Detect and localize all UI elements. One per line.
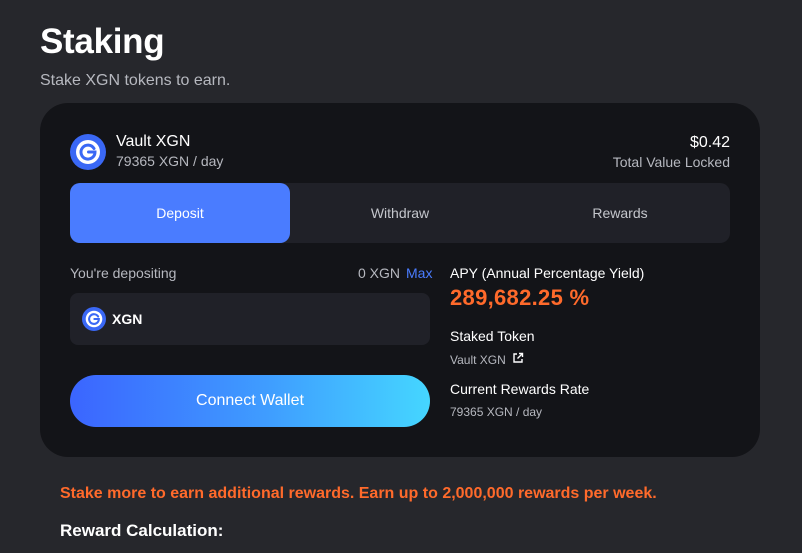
connect-wallet-button[interactable]: Connect Wallet: [70, 375, 430, 427]
external-link-icon[interactable]: [512, 352, 524, 367]
token-amount-input[interactable]: XGN: [70, 293, 430, 345]
token-symbol: XGN: [112, 311, 143, 327]
depositing-label: You're depositing: [70, 265, 177, 281]
vault-header: Vault XGN 79365 XGN / day: [70, 133, 223, 170]
tab-rewards[interactable]: Rewards: [510, 183, 730, 243]
xgn-logo-icon: [70, 133, 106, 170]
rewards-rate-value: 79365 XGN / day: [450, 405, 543, 419]
balance-readout: 0 XGN Max: [358, 265, 432, 281]
page-subtitle: Stake XGN tokens to earn.: [40, 72, 231, 89]
vault-name: Vault XGN: [116, 133, 191, 150]
tab-deposit[interactable]: Deposit: [70, 183, 290, 243]
page-title: Staking: [40, 22, 165, 61]
max-button[interactable]: Max: [406, 265, 432, 281]
rewards-rate-label: Current Rewards Rate: [450, 381, 590, 397]
xgn-logo-icon: [82, 307, 106, 331]
apy-value: 289,682.25 %: [450, 285, 590, 310]
staked-token-label: Staked Token: [450, 328, 535, 344]
tab-withdraw[interactable]: Withdraw: [290, 183, 510, 243]
promo-text: Stake more to earn additional rewards. E…: [60, 485, 657, 502]
tvl-value: $0.42: [689, 134, 730, 151]
staked-token-name: Vault XGN: [450, 352, 506, 367]
tvl-label: Total Value Locked: [612, 154, 730, 170]
vault-rate: 79365 XGN / day: [116, 153, 224, 169]
apy-block: APY (Annual Percentage Yield) 289,682.25…: [450, 265, 644, 311]
staked-token-value: Vault XGN: [450, 352, 524, 367]
staking-card: Vault XGN 79365 XGN / day $0.42 Total Va…: [40, 103, 760, 457]
staking-tabs: Deposit Withdraw Rewards: [70, 183, 730, 243]
reward-calculation-heading: Reward Calculation:: [60, 521, 224, 540]
balance-value: 0 XGN: [358, 265, 401, 281]
total-value-locked: $0.42 Total Value Locked: [613, 134, 730, 171]
apy-label: APY (Annual Percentage Yield): [450, 265, 645, 281]
